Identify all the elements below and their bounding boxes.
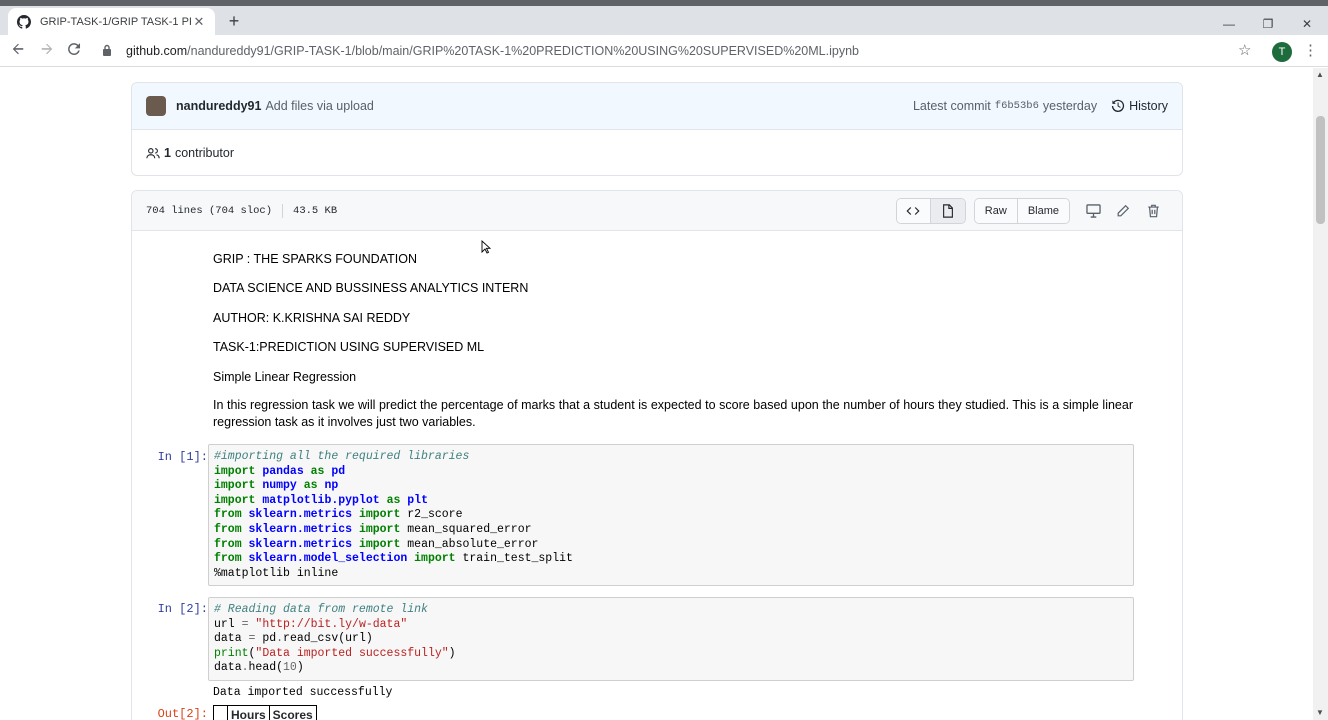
file-header: 704 lines (704 sloc) 43.5 KB Raw Blame [132,191,1182,231]
browser-menu-icon[interactable]: ⋮ [1303,41,1318,59]
profile-avatar[interactable]: T [1272,42,1292,62]
scroll-up-arrow[interactable]: ▲ [1316,70,1324,79]
url-host: github.com [126,44,188,58]
github-page: nandureddy91 Add files via upload Latest… [0,68,1313,720]
url-path: /nandureddy91/GRIP-TASK-1/blob/main/GRIP… [187,44,859,58]
table-header-hours: Hours [227,705,270,720]
commit-author-link[interactable]: nandureddy91 [176,99,261,113]
history-label: History [1129,99,1168,113]
pencil-icon[interactable] [1108,199,1138,223]
intro-paragraph: In this regression task we will predict … [213,398,1133,429]
table-index-header [213,705,228,720]
desktop-icon[interactable] [1078,199,1108,223]
restore-button[interactable]: ❐ [1249,12,1287,36]
trash-icon[interactable] [1138,199,1168,223]
forward-icon[interactable] [36,41,58,63]
table-header-row: Hours Scores [213,705,317,720]
raw-blame-group: Raw Blame [973,197,1070,224]
tab-title: GRIP-TASK-1/GRIP TASK-1 PREDI [40,15,191,28]
blame-button[interactable]: Blame [1017,198,1069,223]
raw-button[interactable]: Raw [974,198,1018,223]
out2-prompt: Out[2]: [157,707,208,720]
view-mode-group [895,197,966,224]
tab-bar: GRIP-TASK-1/GRIP TASK-1 PREDI ✕ + — ❐ ✕ [0,6,1328,35]
github-icon [16,14,32,30]
url-bar[interactable]: github.com/nandureddy91/GRIP-TASK-1/blob… [96,39,1266,63]
markdown-line-1: GRIP : THE SPARKS FOUNDATION [213,252,417,266]
scrollbar-thumb[interactable] [1316,116,1325,224]
cell2-prompt: In [2]: [157,602,208,616]
contributor-label: contributor [174,146,235,160]
mouse-cursor-icon [481,239,492,254]
header-divider [282,203,284,218]
commit-message-link[interactable]: Add files via upload [265,99,373,113]
people-icon [146,146,160,160]
commit-box: nandureddy91 Add files via upload Latest… [131,82,1183,176]
table-header-scores: Scores [268,705,317,720]
back-icon[interactable] [7,41,29,63]
rendered-view-icon[interactable] [930,198,965,223]
history-link[interactable]: History [1111,99,1168,113]
history-icon [1111,99,1125,113]
code-view-icon[interactable] [896,198,931,223]
markdown-line-5: Simple Linear Regression [213,370,357,384]
address-bar-area: github.com/nandureddy91/GRIP-TASK-1/blob… [0,35,1328,67]
latest-commit-label: Latest commit [912,99,991,113]
close-window-button[interactable]: ✕ [1288,12,1326,36]
cell2-stdout: Data imported successfully [213,686,393,699]
file-box: 704 lines (704 sloc) 43.5 KB Raw Blame G… [131,190,1183,720]
file-size: 43.5 KB [293,204,338,217]
cell1-prompt: In [1]: [157,450,208,464]
scroll-down-arrow[interactable]: ▼ [1316,708,1324,717]
reload-icon[interactable] [63,41,85,63]
commit-sha-link[interactable]: f6b53b6 [995,100,1039,112]
contributor-count: 1 [164,146,171,160]
code-cell-2: # Reading data from remote link url = "h… [208,597,1134,681]
bookmark-star-icon[interactable]: ☆ [1238,41,1251,59]
contributors-row[interactable]: 1 contributor [132,130,1182,176]
code-cell-1: #importing all the required libraries im… [208,444,1134,586]
author-avatar[interactable] [146,96,166,116]
lock-icon [102,44,116,58]
browser-tab[interactable]: GRIP-TASK-1/GRIP TASK-1 PREDI ✕ [8,8,215,35]
markdown-line-3: AUTHOR: K.KRISHNA SAI REDDY [213,311,411,325]
commit-time: yesterday [1042,99,1098,113]
tab-close-icon[interactable]: ✕ [191,14,207,30]
dataframe-table: Hours Scores [213,705,317,720]
markdown-line-4: TASK-1:PREDICTION USING SUPERVISED ML [213,340,485,354]
markdown-line-2: DATA SCIENCE AND BUSSINESS ANALYTICS INT… [213,281,529,295]
latest-commit-row: nandureddy91 Add files via upload Latest… [132,83,1182,130]
minimize-button[interactable]: — [1210,12,1248,36]
new-tab-button[interactable]: + [224,11,244,31]
file-line-count: 704 lines (704 sloc) [146,204,273,217]
